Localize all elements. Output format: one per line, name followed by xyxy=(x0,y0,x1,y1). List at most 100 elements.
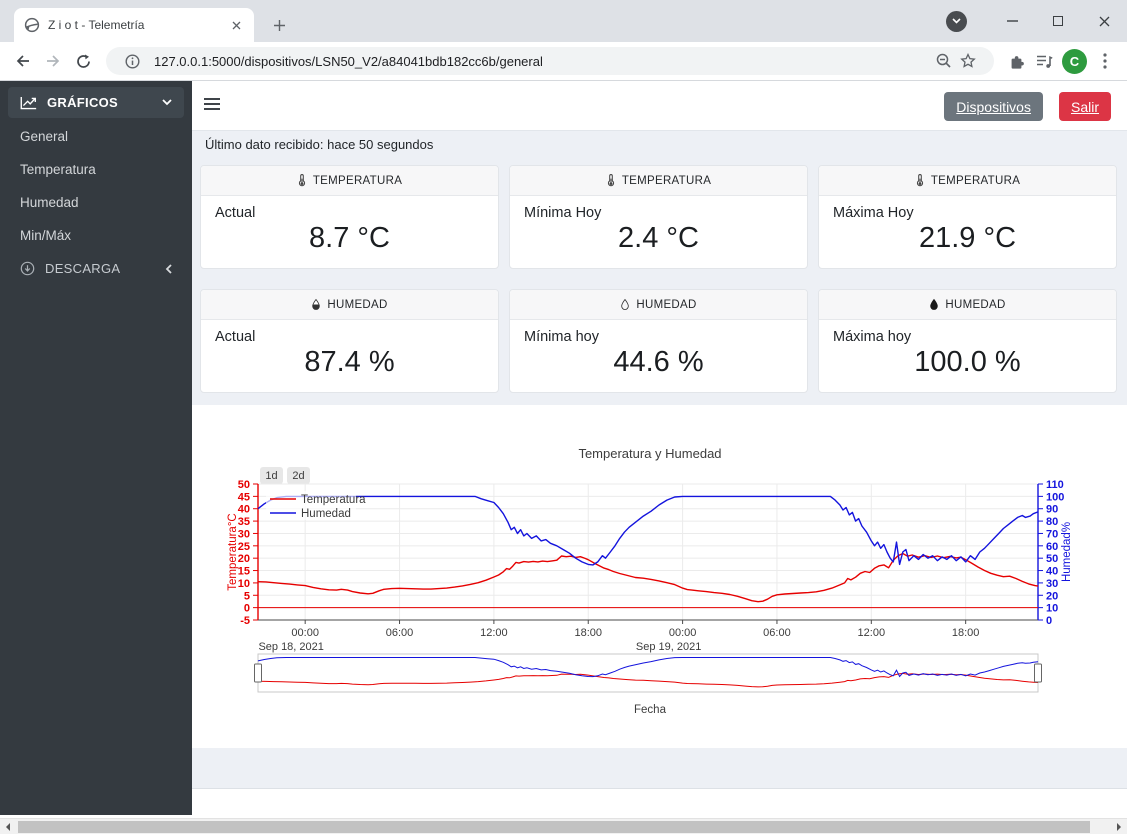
svg-text:18:00: 18:00 xyxy=(574,627,602,639)
droplet-fill-icon xyxy=(930,298,939,310)
card-value: 100.0 % xyxy=(914,346,1021,378)
left-tick-labels: -505101520253035404550 xyxy=(238,479,258,627)
browser-tab[interactable]: Z i o t - Telemetría xyxy=(14,8,254,42)
card-header: TEMPERATURA xyxy=(201,166,498,196)
card-value: 8.7 °C xyxy=(309,222,390,254)
tab-close-icon[interactable] xyxy=(228,17,244,33)
legend-item-Temperatura[interactable]: Temperatura xyxy=(266,491,366,506)
sidebar-item-graficos[interactable]: GRÁFICOS xyxy=(8,87,184,118)
browser-menu-icon[interactable] xyxy=(1091,47,1119,75)
hamburger-menu-icon[interactable] xyxy=(204,98,220,113)
x-tick-labels: 00:00 Sep 18, 2021 06:00 12:00 18:00 00:00 Sep… xyxy=(258,620,979,653)
media-controls-icon[interactable] xyxy=(1030,47,1058,75)
address-bar[interactable]: 127.0.0.1:5000/dispositivos/LSN50_V2/a84… xyxy=(106,47,994,75)
card-label: Actual xyxy=(215,205,256,221)
svg-text:70: 70 xyxy=(1046,528,1058,540)
sidebar-item-temperatura[interactable]: Temperatura xyxy=(0,153,192,186)
card-label: Mínima Hoy xyxy=(524,205,602,221)
svg-text:40: 40 xyxy=(238,504,250,516)
scroll-left-icon[interactable] xyxy=(0,819,16,834)
tab-strip: Z i o t - Telemetría xyxy=(0,0,1127,42)
card-hum-min: HUMEDAD Mínima hoy 44.6 % xyxy=(509,289,808,393)
card-label: Máxima Hoy xyxy=(833,205,914,221)
card-header: TEMPERATURA xyxy=(819,166,1116,196)
slider-handle-right[interactable] xyxy=(1034,663,1042,683)
svg-text:06:00: 06:00 xyxy=(386,627,414,639)
svg-text:60: 60 xyxy=(1046,541,1058,553)
extensions-icon[interactable] xyxy=(1002,47,1030,75)
app-content: GRÁFICOS General Temperatura Humedad Min… xyxy=(0,81,1127,834)
chevron-down-icon xyxy=(162,99,172,106)
card-header: TEMPERATURA xyxy=(510,166,807,196)
card-header: HUMEDAD xyxy=(201,290,498,320)
legend-item-Humedad[interactable]: Humedad xyxy=(266,505,356,520)
scroll-right-icon[interactable] xyxy=(1111,819,1127,834)
svg-text:10: 10 xyxy=(1046,603,1058,615)
svg-text:12:00: 12:00 xyxy=(858,627,886,639)
cards-area: TEMPERATURA Actual 8.7 °C TEMPERATURA Mí… xyxy=(192,158,1127,405)
forward-icon[interactable] xyxy=(38,46,68,76)
svg-text:35: 35 xyxy=(238,516,250,528)
card-label: Mínima hoy xyxy=(524,329,599,345)
page-info-icon[interactable] xyxy=(120,53,144,69)
sidebar-item-humedad[interactable]: Humedad xyxy=(0,186,192,219)
thermometer-icon xyxy=(607,174,614,187)
svg-text:18:00: 18:00 xyxy=(952,627,980,639)
svg-text:Sep 18, 2021: Sep 18, 2021 xyxy=(258,641,323,653)
svg-text:80: 80 xyxy=(1046,516,1058,528)
svg-text:25: 25 xyxy=(238,541,250,553)
right-axis-title: Humedad% xyxy=(1061,522,1073,582)
svg-text:45: 45 xyxy=(238,491,250,503)
thermometer-icon xyxy=(916,174,923,187)
card-value: 44.6 % xyxy=(613,346,704,378)
minimize-button[interactable] xyxy=(989,5,1035,37)
avatar[interactable]: C xyxy=(1062,48,1087,74)
chart-svg: Temperatura y Humedad1d 2d-50510152025303… xyxy=(227,446,1073,716)
chevron-left-icon xyxy=(165,263,172,274)
svg-text:2d: 2d xyxy=(292,470,304,482)
svg-text:110: 110 xyxy=(1046,479,1064,491)
reload-icon[interactable] xyxy=(68,46,98,76)
new-tab-button[interactable] xyxy=(266,12,292,38)
horizontal-scrollbar[interactable] xyxy=(0,818,1127,834)
logout-button[interactable]: Salir xyxy=(1058,92,1111,121)
line-chart-icon xyxy=(20,96,37,110)
sidebar-item-general[interactable]: General xyxy=(0,120,192,153)
back-icon[interactable] xyxy=(8,46,38,76)
maximize-icon xyxy=(1053,16,1063,26)
bookmark-star-icon[interactable] xyxy=(956,53,980,69)
svg-text:1d: 1d xyxy=(265,470,277,482)
series-Temperatura xyxy=(257,552,1039,603)
svg-text:Temperatura: Temperatura xyxy=(301,494,366,506)
card-value: 87.4 % xyxy=(304,346,395,378)
sidebar-item-descarga[interactable]: DESCARGA xyxy=(0,252,192,285)
range-button-2d[interactable]: 2d xyxy=(287,467,310,484)
range-slider[interactable] xyxy=(254,653,1042,693)
slider-handle-left[interactable] xyxy=(254,663,262,683)
scrollbar-thumb[interactable] xyxy=(18,821,1090,833)
page-topbar: Dispositivos Salir xyxy=(192,81,1127,130)
svg-text:30: 30 xyxy=(1046,578,1058,590)
card-hum-actual: HUMEDAD Actual 87.4 % xyxy=(200,289,499,393)
svg-text:20: 20 xyxy=(238,553,250,565)
last-data-status: Último dato recibido: hace 50 segundos xyxy=(192,130,1127,158)
svg-text:20: 20 xyxy=(1046,590,1058,602)
card-hum-max: HUMEDAD Máxima hoy 100.0 % xyxy=(818,289,1117,393)
svg-text:0: 0 xyxy=(244,603,250,615)
range-button-1d[interactable]: 1d xyxy=(260,467,283,484)
zoom-out-icon[interactable] xyxy=(932,53,956,69)
svg-text:10: 10 xyxy=(238,578,250,590)
sidebar-menu-label: GRÁFICOS xyxy=(47,95,119,110)
card-header: HUMEDAD xyxy=(819,290,1116,320)
devices-button[interactable]: Dispositivos xyxy=(944,92,1043,121)
close-button[interactable] xyxy=(1081,5,1127,37)
svg-text:5: 5 xyxy=(244,590,250,602)
footer-band xyxy=(192,748,1127,789)
maximize-button[interactable] xyxy=(1035,5,1081,37)
sidebar-item-minmax[interactable]: Min/Máx xyxy=(0,219,192,252)
url-text[interactable]: 127.0.0.1:5000/dispositivos/LSN50_V2/a84… xyxy=(154,54,932,69)
svg-text:90: 90 xyxy=(1046,504,1058,516)
card-value: 21.9 °C xyxy=(918,222,1017,254)
tab-search-button[interactable] xyxy=(946,10,967,32)
favicon-icon xyxy=(24,17,40,33)
